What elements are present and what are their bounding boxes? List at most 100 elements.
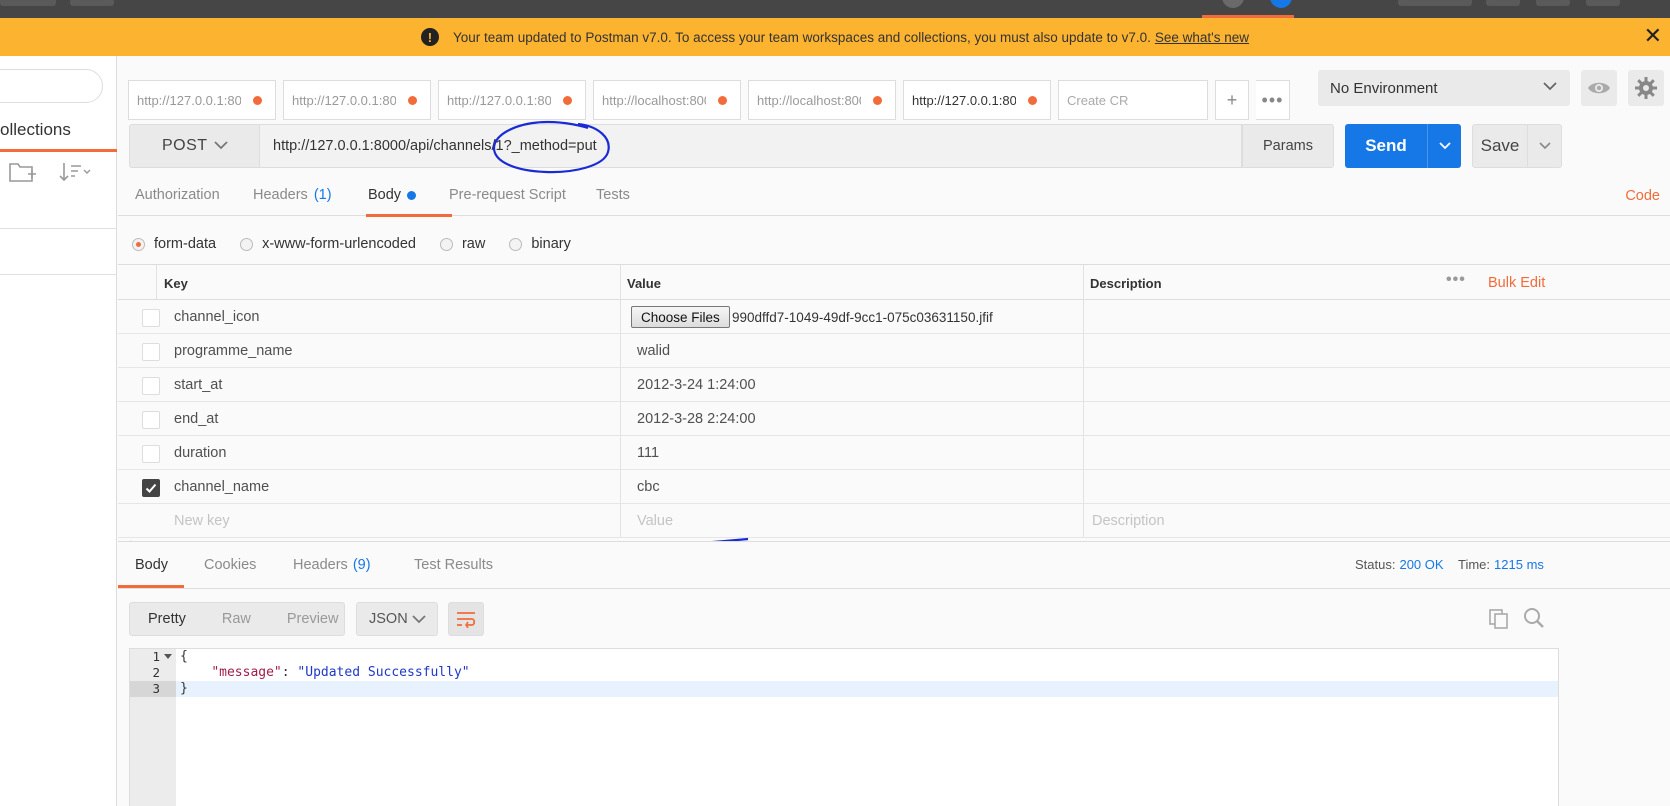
request-tab[interactable]: http://localhost:8000/api bbox=[593, 80, 741, 120]
titlebar-button[interactable] bbox=[0, 0, 56, 6]
tab-prerequest-script[interactable]: Pre-request Script bbox=[449, 174, 566, 216]
row-checkbox[interactable] bbox=[142, 377, 160, 395]
code-link[interactable]: Code bbox=[1625, 188, 1660, 204]
tab-body[interactable]: Body bbox=[368, 174, 417, 216]
save-options-button[interactable] bbox=[1528, 124, 1562, 168]
titlebar-button[interactable] bbox=[1398, 0, 1472, 6]
tab-authorization[interactable]: Authorization bbox=[135, 174, 220, 216]
radio-raw[interactable]: raw bbox=[439, 236, 486, 252]
format-select[interactable]: JSON bbox=[356, 602, 438, 636]
row-key[interactable]: channel_icon bbox=[174, 309, 259, 325]
request-tab[interactable]: http://127.0.0.1:8000/api/channels bbox=[128, 80, 276, 120]
new-value-input[interactable]: Value bbox=[637, 513, 673, 529]
tab-label: Pre-request Script bbox=[449, 187, 566, 203]
row-checkbox-checked[interactable] bbox=[142, 479, 160, 497]
tab-tests[interactable]: Tests bbox=[596, 174, 630, 216]
response-body-editor[interactable]: 1 2 3 { "message": "Updated Successfully… bbox=[129, 648, 1559, 806]
table-row: start_at 2012-3-24 1:24:00 bbox=[118, 368, 1670, 402]
search-icon[interactable] bbox=[1522, 606, 1546, 630]
row-value[interactable]: cbc bbox=[637, 479, 660, 495]
gear-icon[interactable] bbox=[1628, 70, 1664, 106]
params-button[interactable]: Params bbox=[1242, 124, 1334, 168]
tab-label: Body bbox=[368, 187, 402, 203]
request-tab[interactable]: http://localhost:8000/api bbox=[748, 80, 896, 120]
request-tabs: http://127.0.0.1:8000/api/channels http:… bbox=[128, 80, 1290, 120]
radio-circle[interactable] bbox=[439, 237, 453, 251]
titlebar-button[interactable] bbox=[70, 0, 114, 6]
view-preview-button[interactable]: Preview bbox=[269, 611, 357, 627]
copy-icon[interactable] bbox=[1488, 608, 1510, 630]
sync-icon[interactable] bbox=[1222, 0, 1244, 8]
response-tab-cookies[interactable]: Cookies bbox=[204, 542, 256, 588]
view-raw-button[interactable]: Raw bbox=[204, 611, 269, 627]
active-tab-underline bbox=[366, 214, 452, 217]
status-value[interactable]: 200 OK bbox=[1399, 557, 1443, 572]
radio-circle[interactable] bbox=[240, 237, 254, 251]
radio-form-data[interactable]: form-data bbox=[132, 236, 216, 252]
sort-icon[interactable] bbox=[58, 160, 94, 184]
body-mode-radios: form-data x-www-form-urlencoded raw bina… bbox=[132, 224, 595, 264]
eye-icon[interactable] bbox=[1581, 70, 1617, 106]
radio-circle[interactable] bbox=[132, 237, 145, 251]
chevron-down-icon bbox=[1538, 142, 1551, 150]
row-checkbox[interactable] bbox=[142, 343, 160, 361]
new-description-input[interactable]: Description bbox=[1092, 513, 1165, 529]
row-checkbox[interactable] bbox=[142, 445, 160, 463]
radio-circle[interactable] bbox=[509, 237, 523, 251]
row-key[interactable]: programme_name bbox=[174, 343, 292, 359]
row-value[interactable]: walid bbox=[637, 343, 670, 359]
response-tab-headers[interactable]: Headers (9) bbox=[293, 542, 371, 588]
row-key[interactable]: end_at bbox=[174, 411, 218, 427]
row-key[interactable]: duration bbox=[174, 445, 226, 461]
request-tab[interactable]: http://127.0.0.1:8000/api/channels bbox=[438, 80, 586, 120]
more-tabs-button[interactable]: ••• bbox=[1256, 80, 1290, 120]
wrap-lines-icon[interactable] bbox=[448, 602, 484, 636]
row-checkbox[interactable] bbox=[142, 411, 160, 429]
request-tab[interactable]: http://127.0.0.1:8000/api/channels bbox=[283, 80, 431, 120]
unsaved-dot bbox=[1028, 96, 1037, 105]
view-pretty-button[interactable]: Pretty bbox=[130, 611, 204, 627]
more-options-icon[interactable]: ••• bbox=[1446, 271, 1466, 289]
radio-label: raw bbox=[461, 236, 486, 252]
collections-tab[interactable]: ollections bbox=[0, 120, 71, 140]
code-line: { bbox=[180, 649, 188, 664]
titlebar-button[interactable] bbox=[1486, 0, 1520, 6]
tab-label: Cookies bbox=[204, 557, 257, 573]
response-tab-test-results[interactable]: Test Results bbox=[414, 542, 493, 588]
new-folder-icon[interactable] bbox=[8, 160, 38, 184]
create-tab-input[interactable]: Create CR bbox=[1058, 80, 1208, 120]
row-value[interactable]: 2012-3-24 1:24:00 bbox=[637, 377, 756, 393]
tab-headers[interactable]: Headers (1) bbox=[253, 174, 332, 216]
bulk-edit-link[interactable]: Bulk Edit bbox=[1488, 275, 1545, 291]
send-button[interactable]: Send bbox=[1345, 124, 1427, 168]
chevron-down-icon bbox=[1438, 142, 1451, 150]
save-button[interactable]: Save bbox=[1472, 124, 1528, 168]
row-key[interactable]: channel_name bbox=[174, 479, 269, 495]
request-tab-active[interactable]: http://127.0.0.1:8000/api/channels bbox=[903, 80, 1051, 120]
row-value[interactable]: 111 bbox=[637, 445, 659, 461]
new-key-input[interactable]: New key bbox=[174, 513, 230, 529]
choose-files-button[interactable]: Choose Files bbox=[631, 306, 730, 328]
sidebar-search-input[interactable] bbox=[0, 69, 103, 103]
titlebar-button[interactable] bbox=[1586, 0, 1620, 6]
add-tab-button[interactable]: + bbox=[1215, 80, 1249, 120]
row-value[interactable]: 2012-3-28 2:24:00 bbox=[637, 411, 756, 427]
titlebar-button[interactable] bbox=[1536, 0, 1570, 6]
row-checkbox[interactable] bbox=[142, 309, 160, 327]
tab-label: http://localhost:8000/api bbox=[602, 92, 706, 108]
row-key[interactable]: start_at bbox=[174, 377, 222, 393]
environment-select[interactable]: No Environment bbox=[1318, 70, 1570, 106]
time-value[interactable]: 1215 ms bbox=[1494, 557, 1544, 572]
radio-binary[interactable]: binary bbox=[509, 236, 571, 252]
method-select[interactable]: POST bbox=[129, 124, 260, 168]
fold-arrow-icon[interactable] bbox=[164, 654, 172, 659]
url-input[interactable]: http://127.0.0.1:8000/api/channels/1?_me… bbox=[260, 124, 1242, 168]
close-icon[interactable]: ✕ bbox=[1644, 25, 1662, 47]
notification-icon[interactable] bbox=[1270, 0, 1292, 8]
response-status: Status: 200 OK bbox=[1355, 557, 1444, 572]
tab-label: http://127.0.0.1:8000/api/channels bbox=[137, 92, 241, 108]
whats-new-link[interactable]: See what's new bbox=[1155, 30, 1249, 45]
send-options-button[interactable] bbox=[1427, 124, 1461, 168]
response-tab-body[interactable]: Body bbox=[135, 542, 168, 588]
radio-urlencoded[interactable]: x-www-form-urlencoded bbox=[240, 236, 416, 252]
